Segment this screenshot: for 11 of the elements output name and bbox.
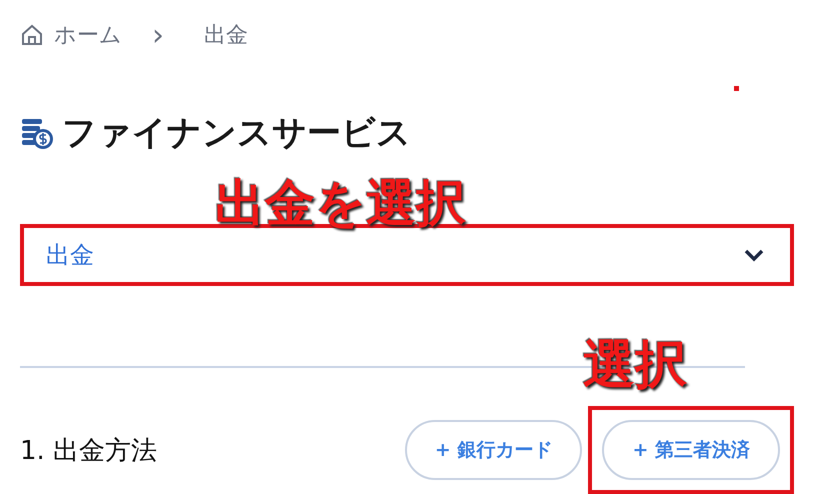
- breadcrumb-link[interactable]: ホーム: [54, 20, 122, 50]
- coins-icon: [20, 116, 54, 150]
- home-icon[interactable]: [20, 23, 44, 47]
- section-label: 1. 出金方法: [20, 434, 158, 468]
- payment-method-button[interactable]: + 銀行カード: [404, 420, 582, 480]
- payment-method-button[interactable]: + 第三者決済: [602, 420, 780, 480]
- chevron-icon: ›: [152, 18, 164, 52]
- page-title: ファイナンスサービス: [62, 112, 411, 155]
- breadcrumb-current: 出金: [204, 22, 248, 50]
- chevron-down-icon: [744, 248, 764, 262]
- annotation-text: 選択: [583, 334, 687, 397]
